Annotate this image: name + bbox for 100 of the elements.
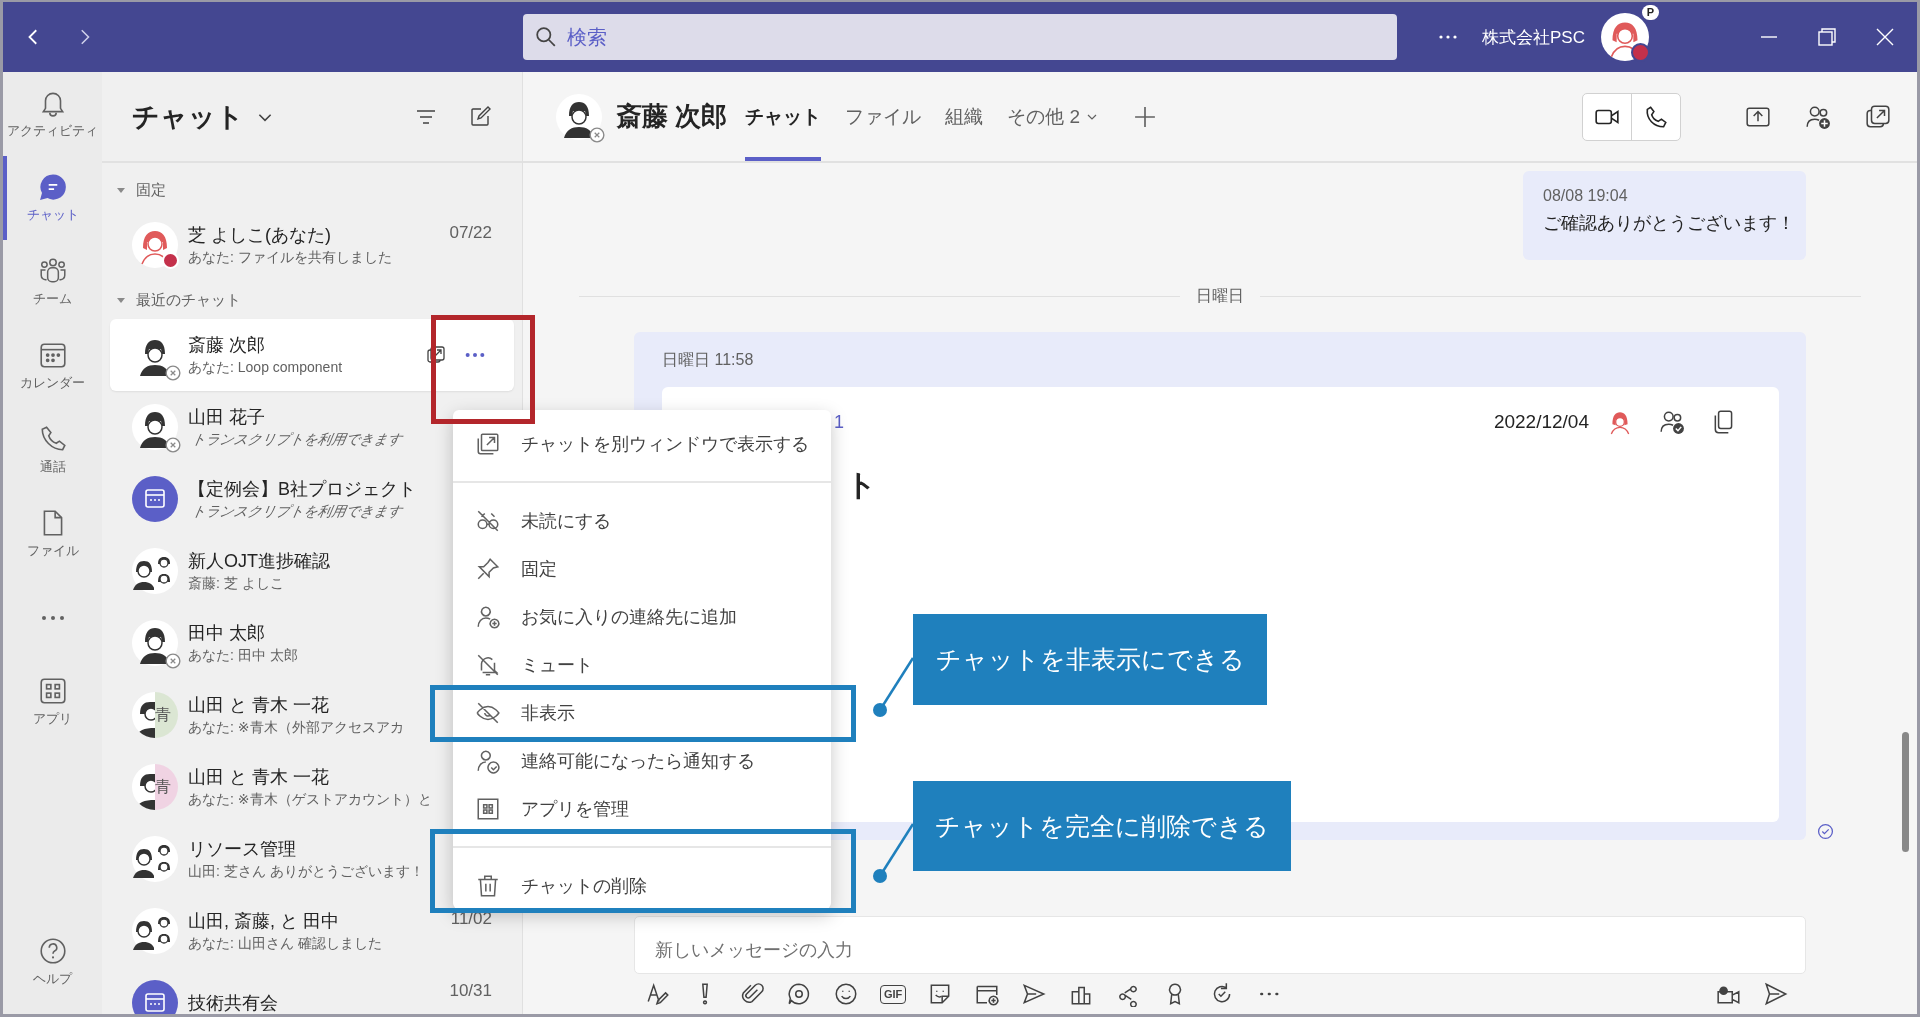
chat-name: 田中 太郎 [188,622,265,645]
trash-icon [475,873,501,899]
message-preview: あなた: ファイルを共有しました [188,249,392,267]
hide-icon [475,700,501,726]
loop-icon[interactable] [786,981,812,1007]
card-title: ト [846,467,878,503]
app-bar-item[interactable]: カレンダー [3,324,102,408]
app-bar-item[interactable]: 通話 [3,408,102,492]
maximize-icon[interactable] [1817,27,1837,47]
tab[interactable]: ファイル [845,72,922,161]
scrollbar-thumb[interactable] [1902,732,1909,852]
pin-icon [475,556,501,582]
chat-name: 斎藤 次郎 [188,334,265,357]
message-preview: 山田: 芝さん ありがとうございます！ [188,863,424,881]
message-preview: あなた: 山田さん 確認しました [188,935,382,953]
avatar-icon [132,548,178,594]
search-icon [535,26,557,48]
chat-name: 山田 と 青木 一花 [188,694,329,717]
app-bar-item[interactable]: ファイル [3,492,102,576]
message-preview: あなた: Loop component [188,359,343,377]
unread-icon [475,508,501,534]
help-icon [37,936,68,966]
avatar-icon [132,692,155,738]
avatar-icon [132,620,178,666]
section-header[interactable]: 固定 [102,171,522,209]
message-preview: あなた: ※青木（ゲストアカウント）と [188,791,432,809]
message-time: 08/08 19:04 [1543,187,1629,205]
mute-icon [475,652,501,678]
notify-icon [475,748,501,774]
apps-icon [37,676,68,706]
popout-icon [475,431,501,457]
triangle-icon [116,295,126,305]
chat-name: 新人OJT進捗確認 [188,550,330,573]
message-preview: 斎藤: 芝 よしこ [188,575,284,593]
tab[interactable]: チャット [745,72,822,161]
add-contact-icon [475,604,501,630]
message-preview: トランスクリプトを利用できます [190,431,404,449]
avatar-initial: 青 [155,692,178,738]
more-icon[interactable] [1438,34,1459,40]
close-icon[interactable] [1875,27,1895,47]
message-input[interactable]: 新しいメッセージの入力 [634,916,1806,974]
chat-name: 山田 花子 [188,406,265,429]
avatar-icon [132,404,178,450]
send-icon[interactable] [1763,981,1789,1007]
calendar-icon [37,340,68,370]
chat-name: 技術共有会 [188,992,278,1014]
presence-badge: P [1641,5,1659,20]
avatar-icon [132,764,155,810]
app-bar-item[interactable]: チーム [3,240,102,324]
card-date: 2022/12/04 [1493,411,1589,433]
chat-item[interactable]: 芝 よしこ(あなた) あなた: ファイルを共有しました 07/22 [110,209,514,281]
compose-icon[interactable] [468,104,492,129]
chat-name: 【定例会】B社プロジェクト [188,478,416,501]
chat-date: 10/31 [449,981,492,1001]
app-bar-item[interactable]: アクティビティ [3,72,102,156]
phone-icon [1643,103,1669,130]
chat-item[interactable]: 斎藤 次郎 あなた: Loop component [110,319,514,391]
callout: チャットを完全に削除できる [913,781,1291,871]
help-item[interactable]: ヘルプ [3,920,102,1004]
tab[interactable]: その他 2 [1007,72,1099,161]
triangle-icon [116,185,126,195]
avatar-icon [132,476,178,522]
chat-icon [37,172,68,202]
search-field[interactable]: 検索 [523,14,1397,60]
avatar-icon [556,93,602,140]
chat-name: 山田 と 青木 一花 [188,766,329,789]
chat-name: 山田, 斎藤, と 田中 [188,910,339,933]
message-text: ご確認ありがとうございます！ [1543,212,1786,235]
avatar-initial: 青 [155,764,178,810]
format-icon[interactable] [645,981,671,1007]
popout-icon[interactable] [426,345,446,365]
more-icon [40,615,65,621]
chat-name: 芝 よしこ(あなた) [188,224,331,247]
add-tab-icon[interactable] [1134,105,1157,128]
avatar-icon [132,980,178,1014]
organization-name: 株式会社PSC [1482,26,1585,49]
avatar-icon [132,908,178,954]
popout-icon[interactable] [1865,103,1891,130]
apps-icon [475,796,501,822]
callout: チャットを非表示にできる [913,614,1267,705]
section-header[interactable]: 最近のチャット [102,281,522,319]
avatar-icon [132,836,178,882]
message-time: 日曜日 11:58 [662,350,755,370]
chat-name: リソース管理 [188,838,296,861]
message-preview: あなた: ※青木（外部アクセスアカ [188,719,404,737]
chat-item[interactable]: 技術共有会 10/31 [110,967,514,1014]
chat-date: 07/22 [449,223,492,243]
people-check-icon[interactable] [1659,409,1685,435]
emoji-icon[interactable] [833,981,859,1007]
tab[interactable]: 組織 [945,72,984,161]
message-preview: あなた: 田中 太郎 [188,647,298,665]
gif-button[interactable]: GIF [880,984,907,1004]
message-preview: トランスクリプトを利用できます [190,503,404,521]
app-bar-item[interactable]: アプリ [3,660,102,744]
app-bar-item[interactable]: チャット [3,156,102,240]
panel-title: チャット [132,100,244,134]
avatar-icon [132,222,178,268]
card-link[interactable]: 1 [834,411,844,433]
more-icon[interactable] [464,351,486,359]
contact-name: 斎藤 次郎 [616,100,728,133]
